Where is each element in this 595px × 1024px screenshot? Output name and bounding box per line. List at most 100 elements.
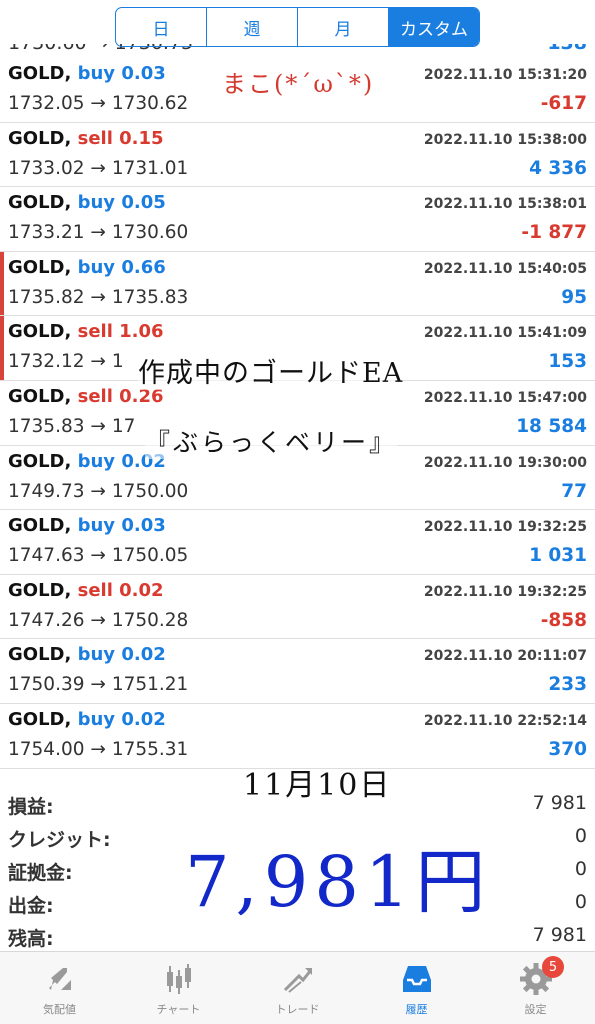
trade-symbol: GOLD, buy 0.05 [8, 192, 166, 213]
trade-prices: 1747.26 → 1750.28 [8, 610, 188, 631]
nav-chart[interactable]: チャート [119, 952, 238, 1024]
close-price: 1731.01 [111, 157, 189, 179]
trade-time: 2022.11.10 15:41:09 [423, 325, 587, 342]
trade-side: sell [77, 127, 113, 149]
handwritten-ea-name: 『ぶらっくベリー』 [145, 423, 398, 459]
trade-side: sell [77, 385, 113, 407]
trade-time: 2022.11.10 15:31:20 [423, 67, 587, 83]
trade-row[interactable]: GOLD, buy 0.66 2022.11.10 15:40:05 1735.82… [0, 251, 595, 317]
trade-prices: 1735.82 → 1735.83 [8, 287, 188, 308]
summary-value: 0 [574, 858, 587, 880]
open-price: 1749.73 [8, 480, 85, 502]
summary-value: 0 [574, 891, 587, 913]
period-segmented-control: 日 週 月 カスタム [115, 7, 480, 47]
trade-volume: 0.66 [121, 256, 166, 278]
arrow-icon: → [90, 415, 106, 437]
summary-value: 7 981 [532, 792, 587, 814]
trade-row[interactable]: GOLD, buy 0.05 2022.11.10 15:38:01 1733.21… [0, 187, 595, 252]
trade-prices: 1747.63 → 1750.05 [8, 545, 188, 566]
open-price: 1735.82 [8, 286, 85, 308]
trade-row[interactable]: GOLD, sell 0.02 2022.11.10 19:32:25 1747.2… [0, 575, 595, 640]
close-price: 1751.21 [111, 674, 189, 696]
trade-volume: 0.03 [121, 515, 166, 537]
trade-symbol: GOLD, sell 1.06 [8, 321, 164, 342]
handwritten-amount: 7,981円 [185, 841, 492, 923]
trade-time: 2022.11.10 15:38:01 [423, 196, 587, 213]
trade-symbol: GOLD, sell 0.15 [8, 128, 164, 149]
trade-time: 2022.11.10 15:47:00 [423, 389, 587, 406]
symbol-name: GOLD, [8, 644, 72, 666]
trade-profit: 370 [548, 738, 587, 760]
nav-history[interactable]: 履歴 [357, 952, 476, 1024]
chart-icon [166, 964, 191, 994]
trade-history-list: GOLD, buy 0.03 2022.11.10 15:31:20 1732.05… [0, 58, 595, 769]
symbol-name: GOLD, [8, 321, 72, 343]
summary-label: 残高: [8, 928, 54, 950]
trade-side: buy [77, 644, 116, 666]
open-price: 1732.05 [8, 93, 85, 114]
trade-time: 2022.11.10 15:40:05 [423, 260, 587, 277]
tab-day[interactable]: 日 [116, 8, 206, 46]
trade-row[interactable]: GOLD, buy 0.02 2022.11.10 20:11:07 1750.39… [0, 639, 595, 704]
close-price: 1730.60 [111, 222, 189, 244]
nav-trade[interactable]: トレード [238, 952, 357, 1024]
symbol-name: GOLD, [8, 192, 72, 214]
close-price: 1730.62 [111, 93, 189, 114]
trade-row[interactable]: GOLD, sell 0.15 2022.11.10 15:38:00 1733.0… [0, 123, 595, 188]
trade-row[interactable]: GOLD, buy 0.03 2022.11.10 19:32:25 1747.63… [0, 510, 595, 575]
trade-volume: 0.02 [119, 579, 164, 601]
trade-prices: 1749.73 → 1750.00 [8, 481, 188, 502]
trade-profit: 153 [548, 351, 587, 373]
trade-volume: 0.02 [121, 644, 166, 666]
trade-prices: 1754.00 → 1755.31 [8, 739, 188, 760]
arrow-icon: → [90, 480, 106, 502]
trade-row[interactable]: GOLD, buy 0.02 2022.11.10 22:52:14 1754.00… [0, 704, 595, 769]
trade-profit: -1 877 [521, 222, 587, 244]
handwritten-date: 11月10日 [243, 768, 392, 803]
trade-side: sell [77, 321, 113, 343]
trade-time: 2022.11.10 19:32:25 [423, 519, 587, 536]
arrow-icon: → [90, 609, 106, 631]
trade-icon [283, 968, 312, 993]
trade-time: 2022.11.10 19:32:25 [423, 583, 587, 600]
open-price: 1735.83 [8, 415, 85, 437]
trade-side: sell [77, 579, 113, 601]
trade-prices: 1732.05 → 1730.62 [8, 93, 188, 114]
trade-time: 2022.11.10 19:30:00 [423, 454, 587, 471]
symbol-name: GOLD, [8, 385, 72, 407]
trade-symbol: GOLD, buy 0.03 [8, 63, 166, 84]
arrow-icon: → [90, 222, 106, 244]
trade-volume: 0.03 [121, 63, 166, 84]
close-price: 1750.28 [111, 609, 189, 631]
trade-prices: 1750.39 → 1751.21 [8, 674, 188, 695]
arrow-icon: → [90, 738, 106, 760]
nav-settings[interactable]: 5 設定 [476, 952, 595, 1024]
period-selector-bar: 1730.60 → 1730.75 138 日 週 月 カスタム [0, 0, 595, 58]
symbol-name: GOLD, [8, 127, 72, 149]
tab-month[interactable]: 月 [297, 8, 388, 46]
trade-profit: -617 [540, 93, 587, 114]
settings-badge: 5 [542, 956, 564, 978]
bottom-tab-bar: 気配値 チャート トレード 履歴 5 設定 [0, 951, 595, 1024]
arrow-icon: → [90, 286, 106, 308]
close-price: 1735.83 [111, 286, 189, 308]
trade-prices: 1733.02 → 1731.01 [8, 158, 188, 179]
tab-week[interactable]: 週 [206, 8, 297, 46]
trade-symbol: GOLD, buy 0.03 [8, 515, 166, 536]
close-price: 1755.31 [111, 738, 189, 760]
history-icon [402, 966, 431, 992]
nav-quotes[interactable]: 気配値 [0, 952, 119, 1024]
trade-time: 2022.11.10 20:11:07 [423, 648, 587, 665]
trade-prices: 1732.12 → 1 [8, 351, 124, 372]
trade-profit: 1 031 [529, 545, 587, 567]
close-price: 17 [111, 415, 136, 437]
tab-custom[interactable]: カスタム [388, 8, 479, 46]
trade-prices: 1733.21 → 1730.60 [8, 222, 188, 243]
summary-value: 7 981 [532, 924, 587, 946]
arrow-icon: → [90, 545, 106, 567]
trade-side: buy [77, 256, 116, 278]
quotes-icon [48, 968, 71, 990]
trade-profit: 77 [561, 480, 587, 502]
summary-value: 0 [574, 825, 587, 847]
trade-volume: 0.02 [121, 708, 166, 730]
